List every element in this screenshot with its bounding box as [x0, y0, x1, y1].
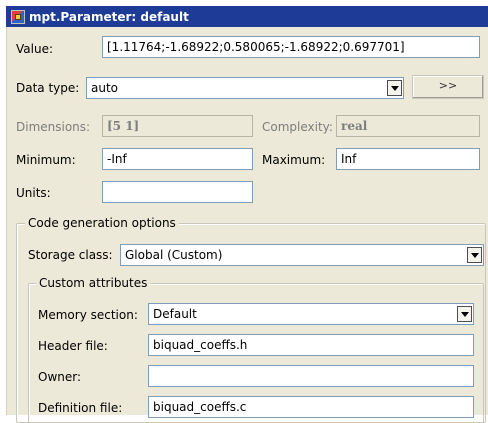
minimum-field[interactable]: -Inf — [102, 148, 253, 170]
chevron-down-icon[interactable] — [457, 306, 472, 322]
units-label: Units: — [16, 186, 51, 200]
complexity-label: Complexity: — [262, 120, 333, 134]
data-type-select[interactable]: auto — [86, 77, 404, 99]
data-type-label: Data type: — [16, 81, 80, 95]
owner-field[interactable] — [148, 365, 474, 387]
complexity-field: real — [336, 115, 480, 137]
title-bar[interactable]: mpt.Parameter: default — [6, 6, 488, 27]
dimensions-label: Dimensions: — [16, 120, 91, 134]
header-file-label: Header file: — [38, 339, 108, 353]
definition-file-label: Definition file: — [38, 401, 123, 415]
storage-class-select[interactable]: Global (Custom) — [120, 244, 484, 266]
custom-attributes-legend: Custom attributes — [36, 276, 151, 290]
chevron-down-icon[interactable] — [467, 247, 482, 263]
storage-class-label: Storage class: — [28, 248, 113, 262]
data-type-value: auto — [91, 81, 119, 95]
memory-section-value: Default — [153, 307, 197, 321]
app-icon — [11, 9, 25, 24]
value-label: Value: — [16, 42, 53, 56]
window-title: mpt.Parameter: default — [29, 9, 189, 24]
memory-section-label: Memory section: — [38, 308, 138, 322]
chevron-down-icon[interactable] — [387, 80, 402, 96]
maximum-label: Maximum: — [262, 153, 326, 167]
dimensions-field: [5 1] — [102, 115, 253, 137]
units-field[interactable] — [102, 181, 253, 203]
storage-class-value: Global (Custom) — [125, 248, 223, 262]
owner-label: Owner: — [38, 370, 82, 384]
data-type-assistant-button[interactable]: >> — [412, 75, 484, 99]
memory-section-select[interactable]: Default — [148, 303, 474, 325]
value-field[interactable]: [1.11764;-1.68922;0.580065;-1.68922;0.69… — [102, 36, 480, 58]
code-generation-legend: Code generation options — [25, 216, 179, 230]
minimum-label: Minimum: — [16, 153, 76, 167]
header-file-field[interactable]: biquad_coeffs.h — [148, 334, 474, 356]
maximum-field[interactable]: Inf — [336, 148, 480, 170]
